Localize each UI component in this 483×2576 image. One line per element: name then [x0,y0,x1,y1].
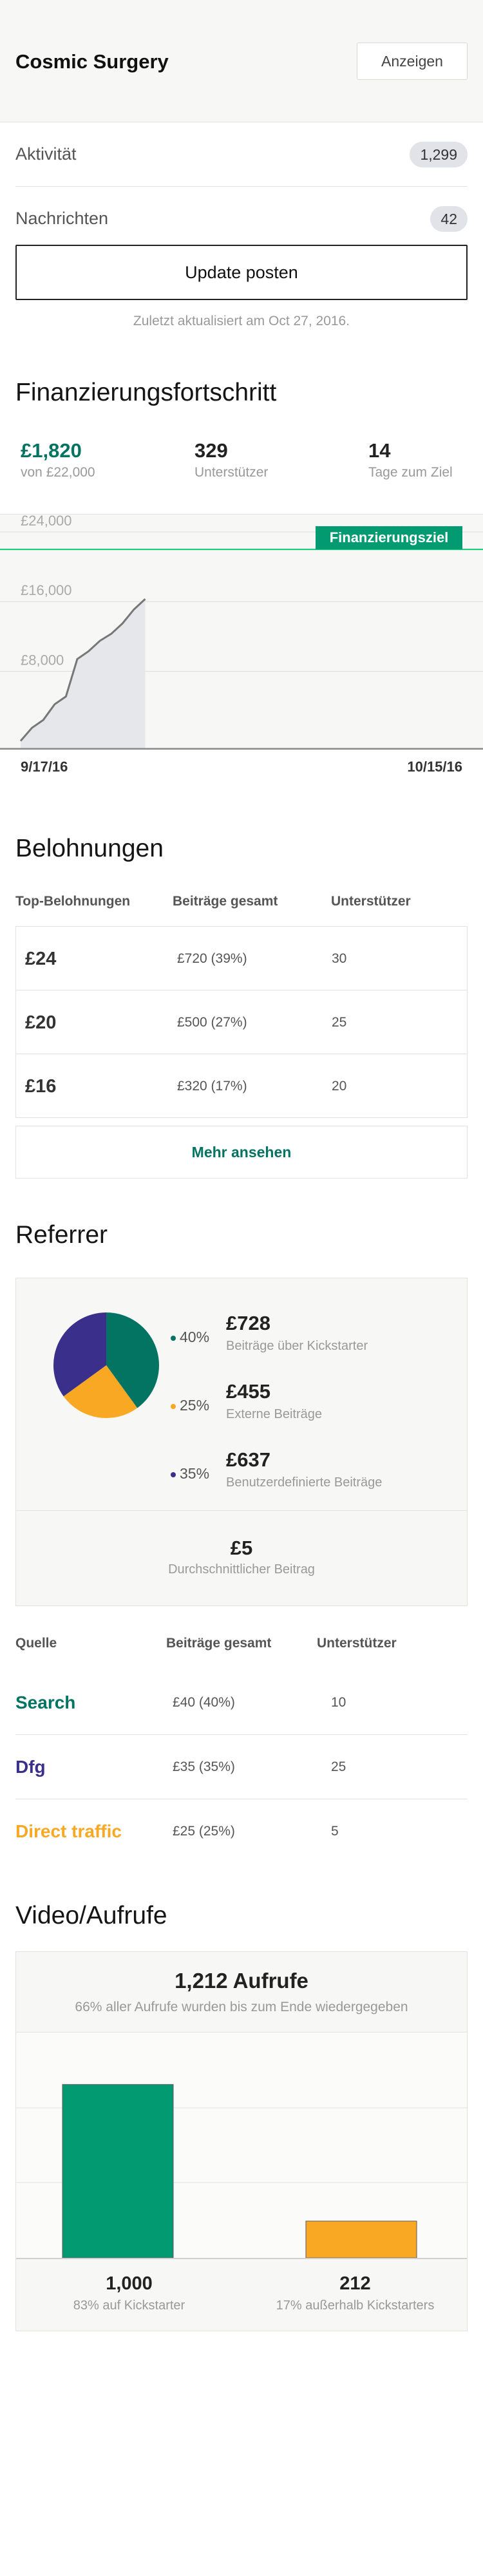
referrer-desc: Beiträge über Kickstarter [226,1339,368,1353]
source-header-name: Quelle [15,1636,57,1651]
video-bar [305,2221,417,2258]
chart-start-date: 9/17/16 [21,759,68,775]
referrer-pct: 40% [180,1329,210,1345]
source-total: £25 (25%) [173,1824,235,1839]
external-views-label: 17% außerhalb Kickstarters [276,2298,435,2313]
project-title: Cosmic Surgery [15,50,169,73]
video-views-summary: 1,212 Aufrufe 66% aller Aufrufe wurden b… [16,1952,467,2032]
referrer-pct: 35% [180,1465,210,1482]
internal-views-value: 1,000 [106,2273,153,2294]
reward-amount: £16 [25,1076,57,1097]
activity-label: Aktivität [15,144,77,164]
last-updated-text: Zuletzt aktualisiert am Oct 27, 2016. [133,314,350,328]
source-header-backers: Unterstützer [317,1636,397,1651]
goal-label: Finanzierungsziel [330,529,449,545]
rewards-header-total: Beiträge gesamt [173,894,278,909]
source-backers: 25 [331,1759,346,1774]
external-views: 212 17% außerhalb Kickstarters [242,2273,468,2313]
referrer-amount: £728 [226,1312,270,1334]
table-row[interactable]: Direct traffic £25 (25%) 5 [15,1799,468,1864]
source-total: £40 (40%) [173,1695,235,1710]
days-label: Tage zum Ziel [368,465,453,480]
post-update-button[interactable]: Update posten [15,245,468,300]
referrers-title: Referrer [15,1221,108,1249]
external-dot-icon [171,1404,176,1409]
backers-count: 329 [194,439,228,462]
backers-stat: 329 Unterstützer [194,439,268,480]
video-completion: 66% aller Aufrufe wurden bis zum Ende wi… [75,2000,408,2014]
average-pledge-label: Durchschnittlicher Beitrag [168,1562,315,1577]
activity-count-badge: 1,299 [410,142,468,167]
reward-amount: £20 [25,1012,57,1033]
reward-total: £720 (39%) [177,951,247,966]
messages-count-badge: 42 [430,206,468,232]
messages-row[interactable]: Nachrichten 42 [15,187,468,251]
source-backers: 5 [331,1824,339,1839]
funding-area [21,599,146,750]
referrer-amount: £455 [226,1380,270,1403]
reward-backers: 30 [332,951,347,966]
chart-end-date: 10/15/16 [407,759,462,775]
pledged-amount: £1,820 [21,439,82,462]
referrer-pct: 25% [180,1397,210,1414]
internal-views-label: 83% auf Kickstarter [73,2298,185,2313]
table-row[interactable]: £24 £720 (39%) 30 [16,927,467,990]
rewards-header-backers: Unterstützer [331,894,411,909]
goal-text: von £22,000 [21,465,95,480]
source-name[interactable]: Direct traffic [15,1821,122,1842]
source-name[interactable]: Search [15,1692,75,1713]
source-name[interactable]: Dfg [15,1757,46,1777]
reward-amount: £24 [25,949,57,969]
table-row[interactable]: Search £40 (40%) 10 [15,1671,468,1735]
messages-label: Nachrichten [15,209,109,228]
activity-row[interactable]: Aktivität 1,299 [15,122,468,187]
external-views-value: 212 [339,2273,371,2294]
y-tick-label: £8,000 [21,652,64,668]
view-project-button[interactable]: Anzeigen [357,43,468,80]
days-stat: 14 Tage zum Ziel [368,439,453,480]
video-title: Video/Aufrufe [15,1902,167,1929]
y-tick-label: £24,000 [21,515,72,529]
video-breakdown: 1,000 83% auf Kickstarter 212 17% außerh… [16,2258,467,2332]
video-card: 1,212 Aufrufe 66% aller Aufrufe wurden b… [15,1951,468,2331]
reward-backers: 20 [332,1079,347,1094]
average-pledge-value: £5 [230,1537,253,1559]
backers-label: Unterstützer [194,465,269,480]
project-header: Cosmic Surgery Anzeigen [0,0,483,122]
referrer-pie-chart [53,1312,159,1418]
days-count: 14 [368,439,391,462]
rewards-header-top: Top-Belohnungen [15,894,131,909]
rewards-title: Belohnungen [15,835,164,862]
funding-chart: £8,000 £16,000 £24,000 Finanzierungsziel [0,514,483,750]
custom-dot-icon [171,1472,176,1477]
rewards-table: £24 £720 (39%) 30 £20 £500 (27%) 25 £16 … [15,926,468,1118]
funding-title: Finanzierungsfortschritt [15,379,277,406]
internal-views: 1,000 83% auf Kickstarter [16,2273,242,2313]
source-backers: 10 [331,1695,346,1710]
video-bar-chart [16,2032,468,2258]
referrers-card: 40% £728 Beiträge über Kickstarter 25% £… [15,1278,468,1606]
table-row[interactable]: £20 £500 (27%) 25 [16,990,467,1054]
reward-backers: 25 [332,1015,347,1030]
source-total: £35 (35%) [173,1759,235,1774]
video-views: 1,212 Aufrufe [175,1969,308,1993]
see-more-rewards-button[interactable]: Mehr ansehen [15,1126,468,1179]
funding-chart-svg: £8,000 £16,000 £24,000 Finanzierungsziel [0,515,483,750]
video-bar-chart-svg [16,2084,468,2258]
reward-total: £500 (27%) [177,1015,247,1030]
referrer-desc: Benutzerdefinierte Beiträge [226,1475,383,1490]
reward-total: £320 (17%) [177,1079,247,1094]
source-header-total: Beiträge gesamt [166,1636,272,1651]
referrer-amount: £637 [226,1448,270,1471]
video-bar [62,2084,174,2258]
referrer-desc: Externe Beiträge [226,1407,322,1421]
table-row[interactable]: Dfg £35 (35%) 25 [15,1735,468,1799]
table-row[interactable]: £16 £320 (17%) 20 [16,1054,467,1118]
kickstarter-dot-icon [171,1336,176,1341]
pledged-stat: £1,820 von £22,000 [21,439,95,480]
average-pledge: £5 Durchschnittlicher Beitrag [16,1510,467,1607]
y-tick-label: £16,000 [21,582,72,598]
